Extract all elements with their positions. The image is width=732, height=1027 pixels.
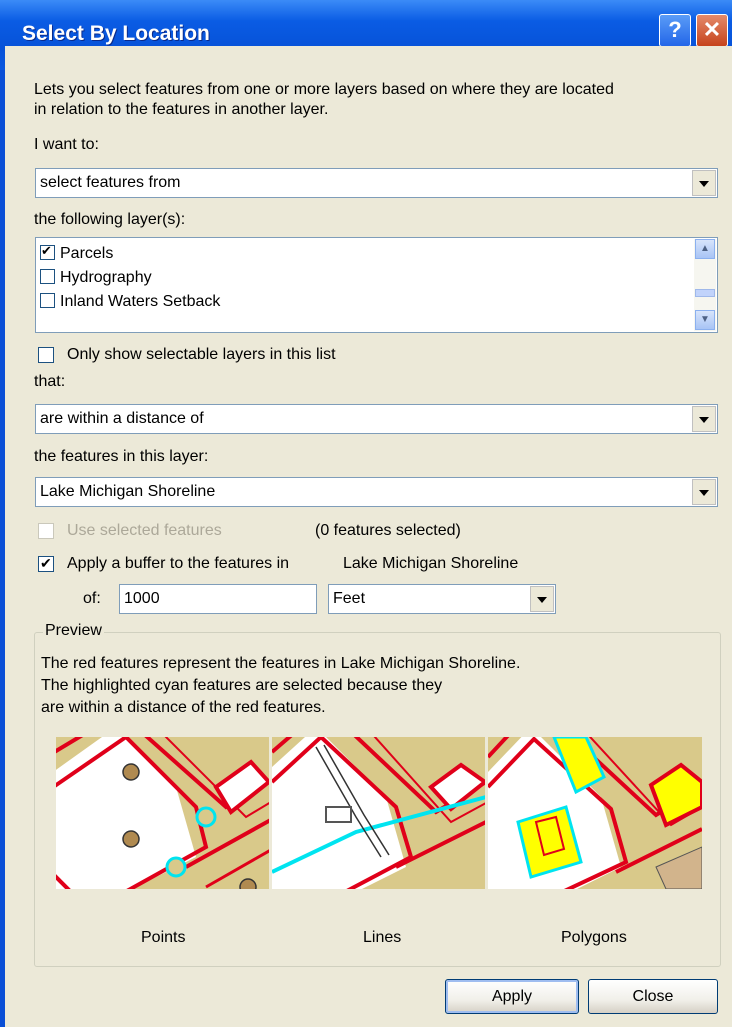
chevron-down-icon[interactable] bbox=[530, 586, 554, 612]
use-selected-checkbox[interactable] bbox=[38, 523, 54, 539]
list-scrollbar[interactable]: ▲ ▼ bbox=[694, 239, 716, 331]
chevron-down-icon[interactable] bbox=[692, 479, 716, 505]
close-window-button[interactable]: ✕ bbox=[696, 14, 728, 47]
method-dropdown[interactable]: select features from bbox=[35, 168, 718, 198]
target-layers-list[interactable]: Parcels Hydrography Inland Waters Setbac… bbox=[35, 237, 718, 333]
layer-item-inland-waters-setback[interactable]: Inland Waters Setback bbox=[40, 293, 220, 311]
caption-lines: Lines bbox=[363, 929, 402, 946]
close-button[interactable]: Close bbox=[588, 979, 718, 1014]
buffer-of-label: of: bbox=[83, 590, 101, 607]
preview-legend: Preview bbox=[43, 622, 104, 640]
apply-button[interactable]: Apply bbox=[445, 979, 579, 1014]
preview-illustrations bbox=[56, 737, 702, 889]
chevron-down-icon[interactable] bbox=[692, 170, 716, 196]
buffer-distance-input[interactable]: 1000 bbox=[119, 584, 317, 614]
layer-item-label: Inland Waters Setback bbox=[60, 293, 221, 310]
polygons-preview-image bbox=[488, 737, 702, 889]
layer-item-label: Parcels bbox=[60, 245, 114, 262]
points-preview-image bbox=[56, 737, 269, 889]
intro-text-line2: in relation to the features in another l… bbox=[34, 101, 329, 118]
target-layers-label: the following layer(s): bbox=[34, 211, 186, 228]
method-label: I want to: bbox=[34, 136, 99, 153]
layer-checkbox-parcels[interactable] bbox=[40, 243, 55, 260]
apply-buffer-checkbox[interactable] bbox=[38, 555, 54, 572]
preview-group: Preview The red features represent the f… bbox=[34, 622, 721, 967]
layer-checkbox-hydrography[interactable] bbox=[40, 269, 55, 284]
apply-buffer-label: Apply a buffer to the features in bbox=[67, 555, 290, 572]
buffer-layer-name: Lake Michigan Shoreline bbox=[343, 555, 519, 572]
use-selected-label: Use selected features bbox=[67, 522, 222, 539]
preview-text-line1: The red features represent the features … bbox=[41, 655, 521, 672]
layer-item-hydrography[interactable]: Hydrography bbox=[40, 269, 152, 287]
layer-item-label: Hydrography bbox=[60, 269, 152, 286]
scroll-thumb[interactable] bbox=[695, 289, 715, 297]
caption-polygons: Polygons bbox=[561, 929, 627, 946]
source-layer-dropdown[interactable]: Lake Michigan Shoreline bbox=[35, 477, 718, 507]
lines-preview-image bbox=[272, 737, 485, 889]
buffer-distance-value: 1000 bbox=[124, 590, 160, 607]
selected-count: (0 features selected) bbox=[315, 522, 461, 539]
help-button[interactable]: ? bbox=[659, 14, 691, 47]
preview-text-line3: are within a distance of the red feature… bbox=[41, 699, 326, 716]
source-layer-label: the features in this layer: bbox=[34, 448, 209, 465]
dialog-body: Lets you select features from one or mor… bbox=[5, 46, 732, 1027]
buffer-units-dropdown[interactable]: Feet bbox=[328, 584, 556, 614]
buffer-units-value: Feet bbox=[333, 590, 366, 607]
intro-text-line1: Lets you select features from one or mor… bbox=[34, 81, 614, 98]
caption-points: Points bbox=[141, 929, 186, 946]
source-layer-value: Lake Michigan Shoreline bbox=[40, 483, 216, 500]
layer-checkbox-inland-waters-setback[interactable] bbox=[40, 293, 55, 308]
only-selectable-checkbox[interactable] bbox=[38, 347, 54, 363]
relation-dropdown[interactable]: are within a distance of bbox=[35, 404, 718, 434]
relation-value: are within a distance of bbox=[40, 410, 204, 427]
select-by-location-dialog: Select By Location ? ✕ Lets you select f… bbox=[0, 0, 732, 1027]
layer-item-parcels[interactable]: Parcels bbox=[40, 243, 114, 263]
window-title: Select By Location bbox=[22, 22, 210, 45]
scroll-up-icon[interactable]: ▲ bbox=[695, 239, 715, 259]
scroll-down-icon[interactable]: ▼ bbox=[695, 310, 715, 330]
only-selectable-label: Only show selectable layers in this list bbox=[67, 346, 336, 363]
relation-label: that: bbox=[34, 373, 66, 390]
chevron-down-icon[interactable] bbox=[692, 406, 716, 432]
method-value: select features from bbox=[40, 174, 181, 191]
preview-text-line2: The highlighted cyan features are select… bbox=[41, 677, 443, 694]
